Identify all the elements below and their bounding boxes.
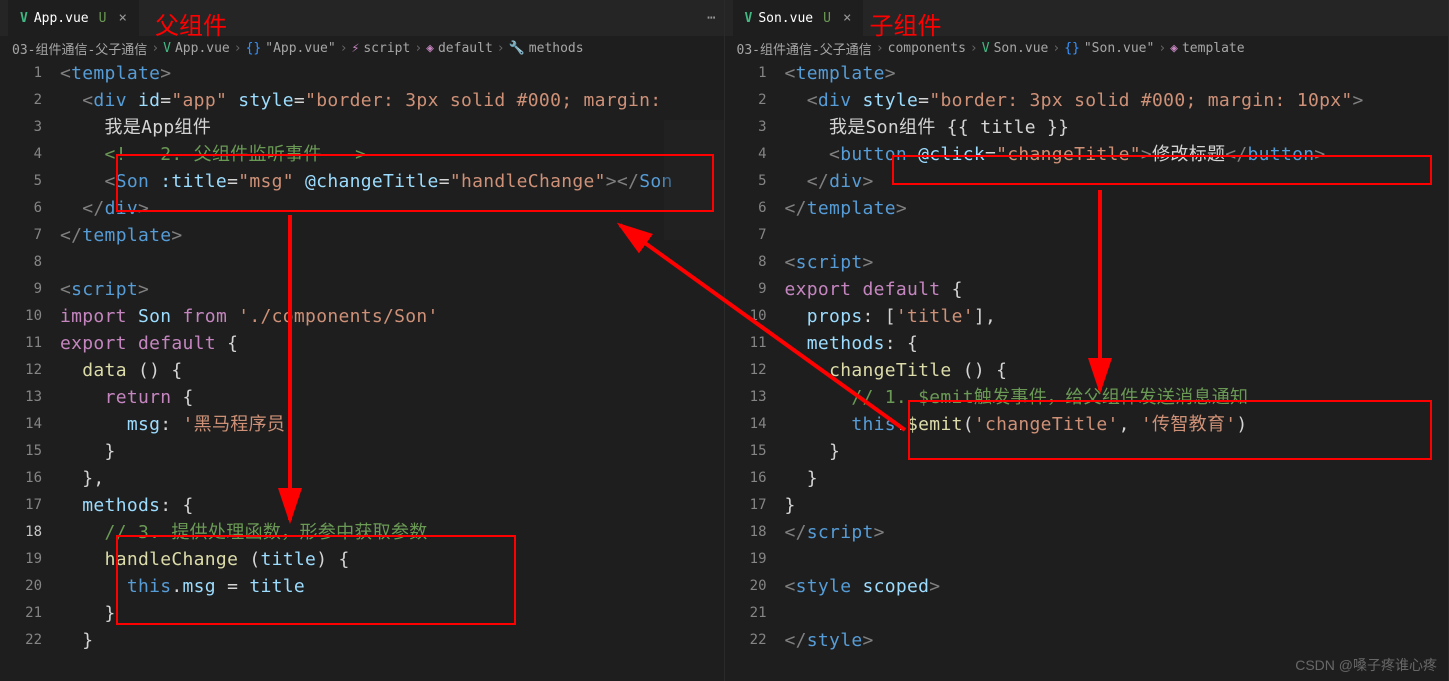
close-icon[interactable]: × <box>843 10 851 26</box>
line-gutter: 12345678910111213141516171819202122 <box>725 60 785 681</box>
breadcrumbs[interactable]: 03-组件通信-父子通信 › components › V Son.vue › … <box>725 36 1449 60</box>
tab-bar: V App.vue U × 父组件 ⋯ <box>0 0 724 36</box>
tab-label: Son.vue <box>758 11 813 26</box>
more-icon[interactable]: ⋯ <box>707 10 715 26</box>
editor-pane-left: V App.vue U × 父组件 ⋯ 03-组件通信-父子通信 › V App… <box>0 0 725 681</box>
close-icon[interactable]: × <box>118 10 126 26</box>
vue-icon: V <box>745 11 753 26</box>
editor-left[interactable]: 12345678910111213141516171819202122 <tem… <box>0 60 724 681</box>
editor-pane-right: V Son.vue U × 子组件 03-组件通信-父子通信 › compone… <box>725 0 1449 681</box>
annotation-parent: 父组件 <box>155 6 227 41</box>
tab-son-vue[interactable]: V Son.vue U × <box>733 0 864 36</box>
code-area[interactable]: <template> <div id="app" style="border: … <box>60 60 724 681</box>
minimap[interactable] <box>664 120 724 240</box>
annotation-child: 子组件 <box>870 6 942 41</box>
editor-right[interactable]: 12345678910111213141516171819202122 <tem… <box>725 60 1449 681</box>
modified-indicator: U <box>823 11 831 26</box>
tab-actions: ⋯ <box>707 10 715 26</box>
breadcrumbs[interactable]: 03-组件通信-父子通信 › V App.vue › {} "App.vue" … <box>0 36 724 60</box>
code-area[interactable]: <template> <div style="border: 3px solid… <box>785 60 1449 681</box>
vue-icon: V <box>20 11 28 26</box>
modified-indicator: U <box>99 11 107 26</box>
tab-label: App.vue <box>34 11 89 26</box>
watermark: CSDN @嗓子疼谁心疼 <box>1295 655 1437 675</box>
tab-bar: V Son.vue U × 子组件 <box>725 0 1449 36</box>
line-gutter: 12345678910111213141516171819202122 <box>0 60 60 681</box>
tab-app-vue[interactable]: V App.vue U × <box>8 0 139 36</box>
